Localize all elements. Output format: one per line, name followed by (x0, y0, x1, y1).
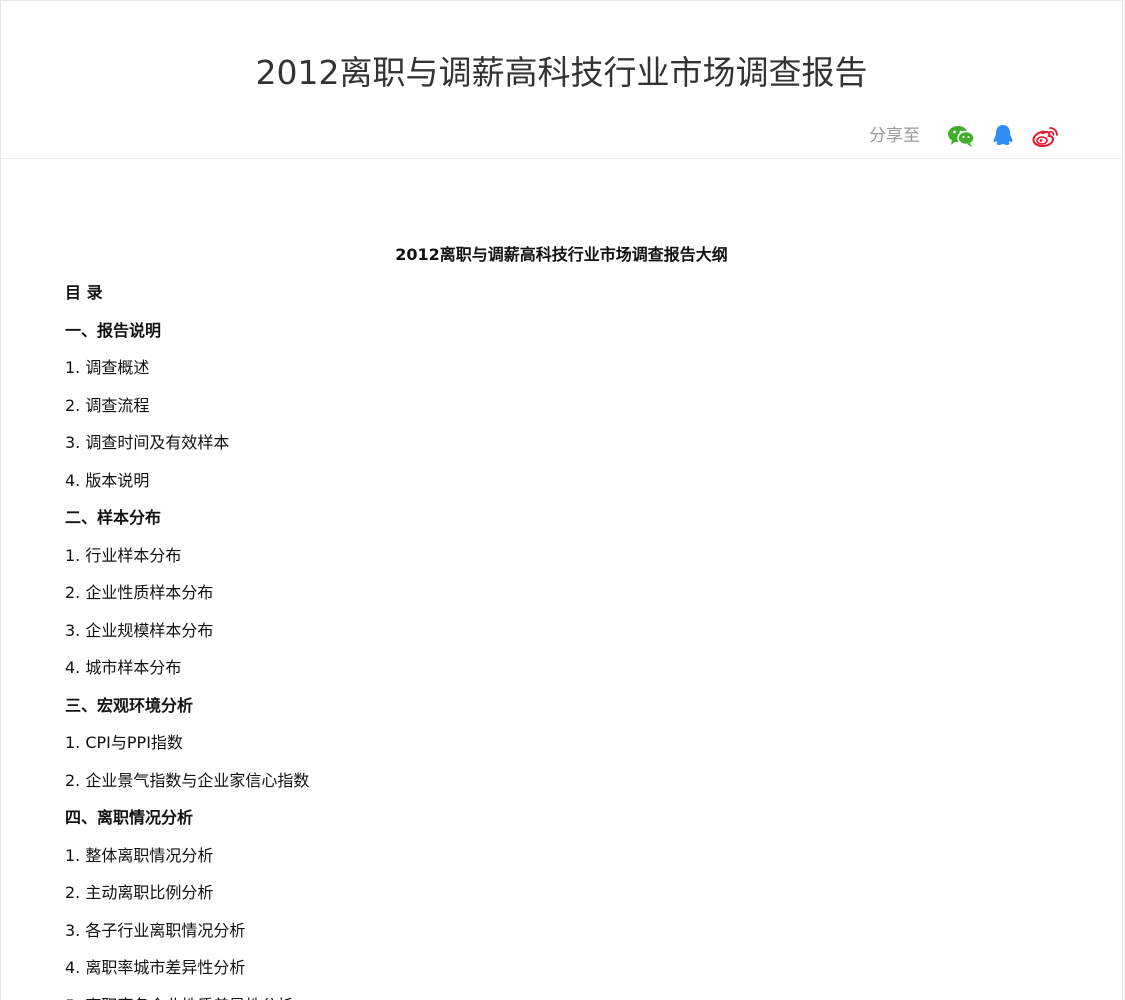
toc-heading: 一、报告说明 (65, 320, 162, 340)
share-qq-button[interactable] (988, 121, 1018, 151)
share-label: 分享至 (869, 126, 920, 146)
toc-item: 3. 企业规模样本分布 (65, 620, 214, 640)
qq-icon (993, 125, 1013, 145)
wechat-icon (948, 126, 975, 147)
toc-item: 1. CPI与PPI指数 (65, 733, 183, 752)
toc-item: 3. 调查时间及有效样本 (65, 433, 230, 452)
toc-item: 1. 调查概述 (65, 358, 150, 377)
toc-item: 1. 整体离职情况分析 (65, 845, 214, 865)
page-title: 2012离职与调薪高科技行业市场调查报告 (255, 53, 868, 92)
toc-item: 2. 企业性质样本分布 (65, 583, 214, 602)
outline-title: 2012离职与调薪高科技行业市场调查报告大纲 (395, 245, 728, 264)
table-of-contents: 目 录一、报告说明 1. 调查概述 2. 调查流程 3. 调查时间及有效样本 4. 版本… (65, 282, 309, 1000)
toc-item: 4. 版本说明 (65, 470, 150, 490)
share-bar: 分享至 (869, 121, 1060, 151)
toc-heading: 四、离职情况分析 (65, 808, 194, 827)
toc-item: 2. 调查流程 (65, 395, 150, 415)
toc-heading: 目 录 (65, 283, 103, 302)
toc-heading: 二、样本分布 (65, 508, 162, 527)
toc-item: 1. 行业样本分布 (65, 545, 182, 565)
toc-item: 4. 城市样本分布 (65, 658, 182, 677)
toc-item: 3. 各子行业离职情况分析 (65, 920, 246, 940)
toc-heading: 三、宏观环境分析 (65, 695, 194, 715)
weibo-icon (1032, 127, 1058, 147)
share-weibo-button[interactable] (1030, 121, 1060, 151)
share-wechat-button[interactable] (946, 121, 976, 151)
toc-item: 4. 离职率城市差异性分析 (65, 958, 246, 977)
toc-item: 2. 企业景气指数与企业家信心指数 (65, 770, 310, 790)
toc-item: 2. 主动离职比例分析 (65, 883, 214, 902)
page-header: 2012离职与调薪高科技行业市场调查报告 分享至 (1, 1, 1122, 159)
page: 2012离职与调薪高科技行业市场调查报告 分享至 2012离职与调薪高科技行业市… (0, 0, 1123, 1000)
toc-item: 5. 离职率各企业性质差异性分析 (65, 995, 309, 1000)
